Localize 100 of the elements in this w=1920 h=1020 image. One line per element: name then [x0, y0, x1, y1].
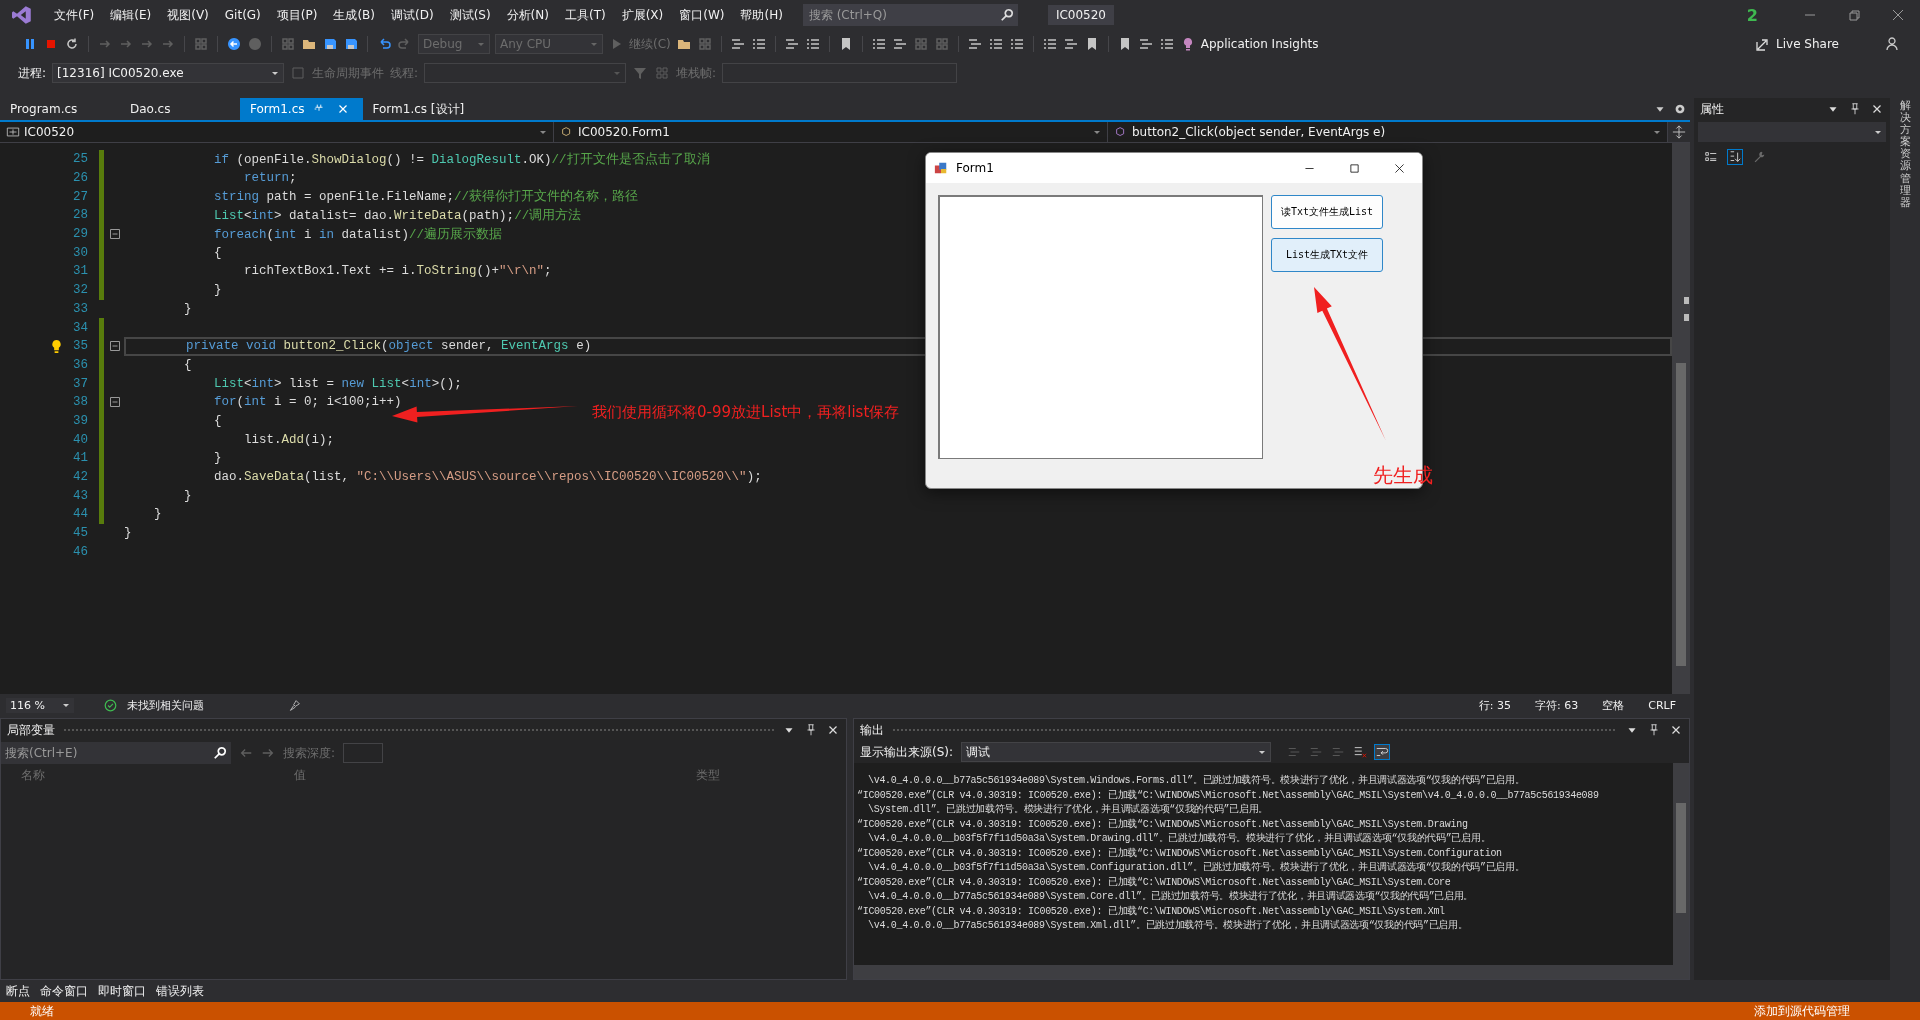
maximize-icon[interactable] — [1348, 161, 1361, 175]
check-icon — [104, 698, 117, 712]
menu-item[interactable]: 帮助(H) — [732, 6, 791, 24]
menu-item[interactable]: 调试(D) — [383, 6, 442, 24]
menu-item[interactable]: 生成(B) — [325, 6, 383, 24]
output-line: \v4.0_4.0.0.0__b77a5c561934e089\System.Xml.dll”。已跳过加载符号。模块进行了优化，并且调试器选项“仅我的代码”已启用。 — [868, 920, 1468, 931]
list-icon[interactable] — [987, 36, 1004, 52]
lines-icon[interactable] — [966, 36, 983, 52]
grip-handle[interactable] — [892, 728, 1617, 732]
restart-icon[interactable] — [64, 36, 80, 52]
menu-item[interactable]: 分析(N) — [498, 6, 557, 24]
search-icon[interactable] — [995, 4, 1018, 26]
sort-icon[interactable] — [1728, 150, 1742, 164]
text-box[interactable] — [938, 195, 1263, 459]
lines-icon[interactable] — [1062, 36, 1079, 52]
source-dropdown[interactable]: 调试 — [961, 742, 1272, 762]
list-icon[interactable] — [1158, 36, 1175, 52]
menu-item[interactable]: 编辑(E) — [102, 6, 160, 24]
notification-count[interactable]: 2 — [1746, 5, 1758, 25]
line-number: 39 — [72, 413, 88, 428]
restore-icon[interactable] — [1846, 7, 1862, 23]
output-line: \v4.0_4.0.0.0__b03f5f7f11d50a3a\System.Configuration.dll”。已跳过加载符号。模块进行了优化，并且调试器选项“仅我的代码”已启用。 — [868, 862, 1525, 873]
line-number: 37 — [72, 376, 88, 391]
clear-icon[interactable] — [1353, 745, 1368, 759]
save-icon[interactable] — [322, 36, 338, 52]
annotation-text: 我们使用循环将0-99放进List中，再将list保存 — [592, 403, 900, 422]
insights-button[interactable]: Application Insights — [1200, 37, 1319, 51]
menu-item[interactable]: 工具(T) — [556, 6, 614, 24]
caret-icon — [1653, 128, 1661, 136]
collapse-icon[interactable] — [110, 341, 120, 352]
file-tab[interactable]: Dao.cs — [120, 98, 240, 120]
close-icon[interactable] — [1393, 161, 1406, 175]
solution-explorer-tab[interactable]: 解决方案资源管理器 — [1899, 100, 1911, 209]
output-line: “IC00520.exe”(CLR v4.0.30319: IC00520.exe): 已加载“C:\WINDOWS\Microsoft.Net\assembly\GAC_MSIL\System.Drawing — [857, 818, 1468, 830]
zoom-dropdown[interactable]: 116 % — [6, 697, 74, 713]
project-dropdown[interactable]: IC00520 — [0, 122, 554, 142]
list-icon[interactable] — [1008, 36, 1025, 52]
list-icon[interactable] — [870, 36, 887, 52]
wrench-icon[interactable] — [1752, 150, 1766, 164]
process-dropdown[interactable]: [12316] IC00520.exe — [52, 63, 285, 83]
menu-item[interactable]: 扩展(X) — [613, 6, 672, 24]
lightbulb-icon[interactable] — [49, 338, 64, 354]
line-number: 25 — [72, 152, 88, 167]
menu-item[interactable]: 项目(P) — [268, 6, 326, 24]
scrollbar[interactable] — [854, 965, 1689, 979]
line-number: 29 — [72, 227, 88, 242]
word-wrap-icon[interactable] — [1375, 745, 1390, 759]
indent-status[interactable]: 空格 — [1602, 697, 1625, 713]
search-field[interactable]: 搜索(Ctrl+E) — [1, 742, 209, 764]
line-number: 30 — [72, 245, 88, 260]
code-line: } — [183, 488, 192, 503]
tool-window-tab[interactable]: 断点 — [6, 982, 30, 1000]
output-line: “IC00520.exe”(CLR v4.0.30319: IC00520.exe): 已加载“C:\WINDOWS\Microsoft.Net\assembly\GAC_MSIL\System.Configuration — [857, 847, 1502, 859]
code-line: list.Add(i); — [243, 432, 335, 447]
settings-icon[interactable] — [1673, 102, 1687, 116]
tool-window-tab[interactable]: 命令窗口 — [40, 982, 88, 1000]
categorized-icon[interactable] — [1704, 150, 1718, 164]
tool-window-tab[interactable]: 即时窗口 — [98, 982, 146, 1000]
list-icon[interactable] — [804, 36, 821, 52]
code-line: for(int i = 0; i<100;i++) — [213, 395, 402, 410]
list-icon[interactable] — [750, 36, 767, 52]
menu-item[interactable]: 文件(F) — [46, 6, 103, 24]
split-icon[interactable] — [1672, 125, 1686, 139]
file-tab[interactable]: Program.cs — [0, 98, 120, 120]
scrollbar[interactable] — [1673, 763, 1689, 965]
form-button[interactable]: List生成TXt文件 — [1271, 238, 1383, 272]
lines-icon[interactable] — [729, 36, 746, 52]
file-tab[interactable]: Form1.cs — [240, 98, 363, 120]
list-icon[interactable] — [1041, 36, 1058, 52]
search-field[interactable]: 搜索 (Ctrl+Q) — [802, 4, 996, 26]
form-icon — [934, 161, 948, 175]
scrollbar[interactable] — [1672, 143, 1690, 694]
back-icon[interactable] — [226, 36, 242, 52]
grip-handle[interactable] — [63, 728, 774, 732]
person-icon[interactable] — [1884, 36, 1900, 52]
collapse-icon[interactable] — [110, 229, 120, 240]
tool-window-tab[interactable]: 错误列表 — [156, 982, 204, 1000]
live-share-button[interactable]: Live Share — [1776, 37, 1839, 51]
save-icon[interactable] — [343, 36, 359, 52]
panel-title: 属性 — [1700, 100, 1724, 118]
close-icon[interactable] — [1890, 7, 1906, 23]
file-tab[interactable]: Form1.cs [设计] — [362, 98, 483, 120]
search-icon[interactable] — [209, 742, 231, 764]
member-dropdown[interactable]: button2_Click(object sender, EventArgs e) — [1108, 122, 1668, 142]
lines-icon[interactable] — [891, 36, 908, 52]
output-line: “IC00520.exe”(CLR v4.0.30319: IC00520.exe): 已加载“C:\WINDOWS\Microsoft.Net\assembly\GAC_MSIL\System.Xml — [857, 905, 1445, 917]
menu-item[interactable]: 窗口(W) — [671, 6, 733, 24]
menu-item[interactable]: Git(G) — [216, 8, 269, 22]
source-control-button[interactable]: 添加到源代码管理 — [1754, 1002, 1850, 1020]
collapse-icon[interactable] — [110, 397, 120, 408]
issues-status[interactable]: 未找到相关问题 — [127, 697, 204, 713]
lines-icon[interactable] — [783, 36, 800, 52]
menu-item[interactable]: 视图(V) — [159, 6, 217, 24]
brush-icon[interactable] — [288, 698, 301, 712]
form-button[interactable]: 读Txt文件生成List — [1271, 195, 1383, 229]
menu-item[interactable]: 测试(S) — [441, 6, 499, 24]
eol-status[interactable]: CRLF — [1648, 698, 1676, 712]
class-dropdown[interactable]: IC00520.Form1 — [554, 122, 1108, 142]
line-number: 33 — [72, 301, 88, 316]
lines-icon[interactable] — [1137, 36, 1154, 52]
